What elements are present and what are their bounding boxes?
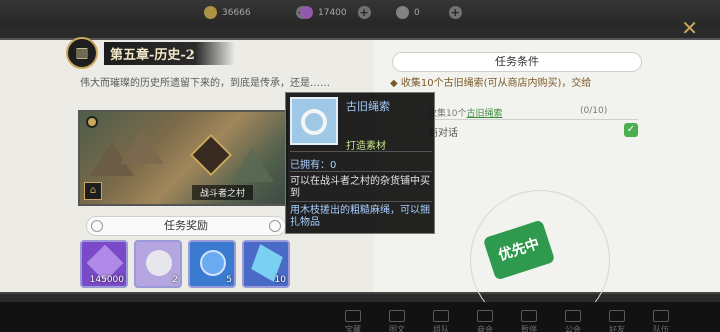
gold-value: 36666 [222,7,251,18]
nav-icon [565,310,581,322]
reward-crystal[interactable]: 10 [242,240,290,288]
chapter-map[interactable]: ⌂ 战斗者之村 [78,110,288,206]
nav-label: 图文 [389,325,405,332]
gold-coin-icon [204,6,217,19]
nav-icon [389,310,405,322]
currency-bar: 36666 + 17400 + 0 + [0,0,720,26]
nav-label: 公会 [565,325,581,332]
mountain-decor [230,148,274,182]
chapter-title: 第五章-历史-2 [104,41,235,65]
nav-item[interactable]: 队伍 [644,310,678,332]
nav-item[interactable]: 好友 [600,310,634,332]
nav-icon [477,310,493,322]
tooltip-item-name: 古旧绳索 [346,100,390,113]
condition-item-row: 收集10个古旧绳索 [428,106,502,119]
token-value: 0 [414,7,420,18]
divider [290,151,432,152]
add-token-button[interactable]: + [448,6,462,19]
nav-label: 暂停 [521,325,537,332]
nav-item[interactable]: 商会 [468,310,502,332]
nav-label: 商会 [477,325,493,332]
purple-gem-icon [300,6,313,19]
nav-item[interactable]: 宝藏 [336,310,370,332]
reward-quantity: 145000 [89,275,124,285]
nav-icon [653,310,669,322]
tooltip-obtain-method: 可以在战斗者之村的杂货铺中买到 [290,176,430,199]
gold-currency: 36666 + [204,6,309,19]
divider [290,171,432,172]
gem-value: 17400 [318,7,347,18]
chapter-header: ▥ 第五章-历史-2 [66,37,235,69]
rope-item-icon [290,97,338,145]
nav-item[interactable]: 组队 [424,310,458,332]
reward-quantity: 10 [274,275,286,285]
map-marker-icon [86,116,98,128]
condition-progress: (0/10) [580,106,608,116]
item-tooltip: 古旧绳索 打造素材 已拥有：0 可以在战斗者之村的杂货铺中买到 用木枝搓出的粗糙… [285,92,435,234]
checkmark-icon: ✓ [624,123,638,137]
blue-badge-icon [200,250,226,276]
bottom-nav: 宝藏 图文 组队 商会 暂停 公会 好友 队伍 [0,302,720,332]
tooltip-item-type: 打造素材 [346,141,386,152]
nav-item[interactable]: 公会 [556,310,590,332]
condition-main-label: 收集10个古旧绳索(可从商店内购买)，交给 [400,78,592,89]
rope-coil-shape [301,109,327,135]
nav-label: 好友 [609,325,625,332]
ornament-icon [91,220,103,232]
quest-screen: 36666 + 17400 + 0 + ✕ ▥ 第五章-历史-2 伟大而璀璨的历… [0,0,720,332]
nav-item[interactable]: 图文 [380,310,414,332]
chapter-description: 伟大而璀璨的历史所遗留下来的，到底是传承，还是…… [80,78,330,89]
token-currency: 0 + [396,6,462,19]
reward-quantity: 5 [226,275,232,285]
close-button[interactable]: ✕ [681,16,698,40]
nav-label: 组队 [433,325,449,332]
gem-currency: 17400 + [300,6,371,19]
nav-item[interactable]: 暂停 [512,310,546,332]
location-pin-icon[interactable]: ⌂ [84,182,102,200]
divider [428,119,638,120]
tooltip-description: 用木枝搓出的粗糙麻绳，可以捆扎物品 [290,205,430,228]
condition-main-text: ◆ 收集10个古旧绳索(可从商店内购买)，交给 [390,78,592,89]
add-gem-button[interactable]: + [357,6,371,19]
map-location-label: 战斗者之村 [192,185,254,200]
silver-token-icon [396,6,409,19]
mountain-decor [120,130,164,164]
silver-coin-icon [146,250,172,276]
rewards-header-label: 任务奖励 [164,219,208,232]
tooltip-owned-count: 已拥有：0 [290,160,337,171]
reward-badge[interactable]: 5 [188,240,236,288]
rope-item-link[interactable]: 古旧绳索 [466,109,502,119]
nav-label: 宝藏 [345,325,361,332]
reward-quantity: 2 [172,275,178,285]
village-marker-icon[interactable] [189,133,233,177]
nav-label: 队伍 [653,325,669,332]
reward-silver-coin[interactable]: 2 [134,240,182,288]
divider [290,201,432,202]
nav-icon [609,310,625,322]
rewards-header: 任务奖励 [86,216,286,236]
book-icon: ▥ [66,37,98,69]
rewards-list: 145000 2 5 10 [80,240,290,288]
reward-exp[interactable]: 145000 [80,240,128,288]
nav-icon [433,310,449,322]
ornament-icon [269,220,281,232]
nav-icon [521,310,537,322]
nav-icon [345,310,361,322]
conditions-header: 任务条件 [392,52,642,72]
